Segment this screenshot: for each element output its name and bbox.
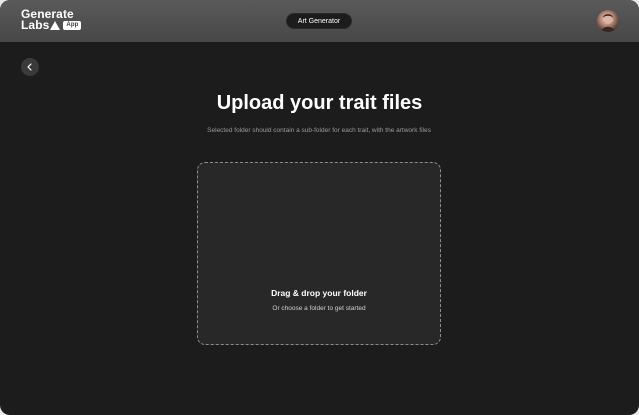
logo-line2: Labs — [21, 18, 50, 32]
logo-mark-icon — [50, 21, 61, 30]
app-window: Generate Labs App Art Generator Upload y… — [0, 0, 639, 415]
page-title: Upload your trait files — [216, 92, 423, 114]
logo-line2-wrap: Labs App — [21, 18, 82, 32]
avatar[interactable] — [597, 10, 619, 32]
top-bar: Generate Labs App Art Generator — [0, 0, 639, 42]
chevron-left-icon — [27, 63, 32, 71]
logo[interactable]: Generate Labs App — [21, 8, 82, 32]
app-badge: App — [63, 21, 82, 30]
dropzone-title: Drag & drop your folder — [271, 288, 367, 298]
avatar-image — [601, 14, 615, 32]
page-subtitle: Selected folder should contain a sub-fol… — [207, 127, 431, 134]
dropzone-subtitle: Or choose a folder to get started — [272, 305, 366, 312]
folder-dropzone[interactable]: Drag & drop your folder Or choose a fold… — [197, 162, 441, 345]
back-button[interactable] — [21, 58, 39, 76]
tab-art-generator[interactable]: Art Generator — [286, 13, 352, 29]
